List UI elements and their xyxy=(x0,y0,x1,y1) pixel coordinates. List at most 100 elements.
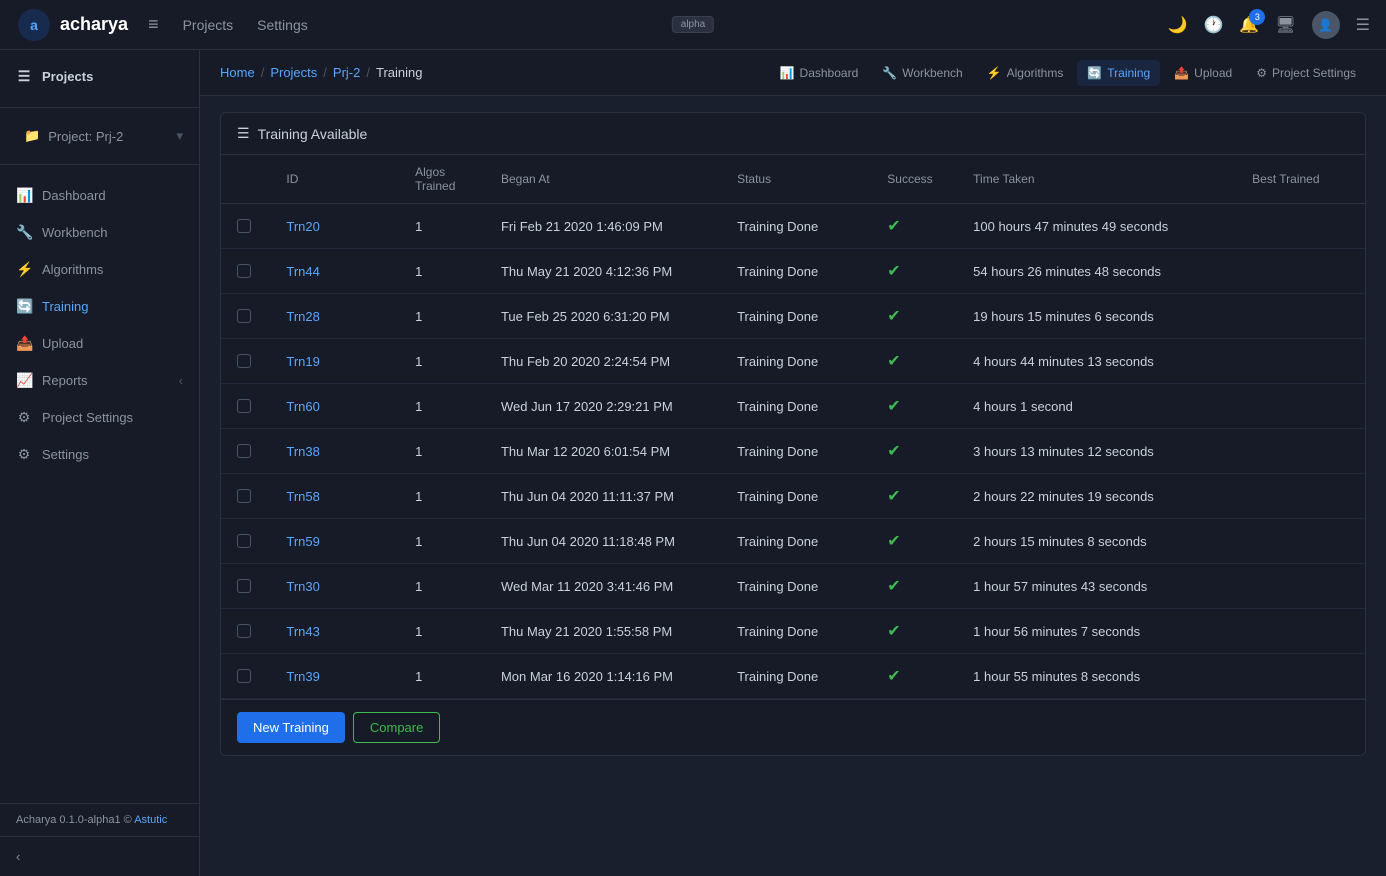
main-content: ☰ Training Available ID Algos Trained Be… xyxy=(200,96,1386,876)
row-best-6 xyxy=(1236,474,1365,519)
sidebar-item-algorithms[interactable]: ⚡ Algorithms xyxy=(0,251,199,288)
breadcrumb-projects[interactable]: Projects xyxy=(270,65,317,80)
row-success-8: ✔ xyxy=(871,564,957,609)
col-id-header[interactable]: ID xyxy=(270,155,399,204)
row-status-3: Training Done xyxy=(721,339,871,384)
row-algos-6: 1 xyxy=(399,474,485,519)
row-check-1[interactable] xyxy=(221,249,270,294)
row-check-7[interactable] xyxy=(221,519,270,564)
row-check-5[interactable] xyxy=(221,429,270,474)
col-best-header[interactable]: Best Trained xyxy=(1236,155,1365,204)
row-status-0: Training Done xyxy=(721,204,871,249)
project-settings-icon: ⚙ xyxy=(16,409,32,426)
row-id-0[interactable]: Trn20 xyxy=(270,204,399,249)
table-row: Trn30 1 Wed Mar 11 2020 3:41:46 PM Train… xyxy=(221,564,1365,609)
row-check-6[interactable] xyxy=(221,474,270,519)
row-id-1[interactable]: Trn44 xyxy=(270,249,399,294)
logo[interactable]: a acharya xyxy=(16,7,128,43)
col-began-header[interactable]: Began At xyxy=(485,155,721,204)
sub-nav-upload[interactable]: 📤 Upload xyxy=(1164,60,1242,86)
row-check-2[interactable] xyxy=(221,294,270,339)
row-check-3[interactable] xyxy=(221,339,270,384)
top-nav: a acharya ≡ Projects Settings alpha 🌙 🕐 … xyxy=(0,0,1386,50)
alpha-badge: alpha xyxy=(672,16,714,33)
hamburger-icon[interactable]: ≡ xyxy=(148,14,159,35)
compare-button[interactable]: Compare xyxy=(353,712,440,743)
row-algos-2: 1 xyxy=(399,294,485,339)
row-time-0: 100 hours 47 minutes 49 seconds xyxy=(957,204,1236,249)
row-id-7[interactable]: Trn59 xyxy=(270,519,399,564)
sidebar-item-project-settings[interactable]: ⚙ Project Settings xyxy=(0,399,199,436)
sidebar-projects-label: Projects xyxy=(42,69,93,84)
sidebar-settings-label: Settings xyxy=(42,447,89,462)
menu-icon[interactable]: ☰ xyxy=(1356,15,1370,35)
panel-title: Training Available xyxy=(258,126,368,142)
sidebar-project-settings-label: Project Settings xyxy=(42,410,133,425)
subnav-algorithms-icon: ⚡ xyxy=(987,66,1002,80)
row-id-5[interactable]: Trn38 xyxy=(270,429,399,474)
nav-settings[interactable]: Settings xyxy=(257,17,308,33)
sub-nav-algorithms[interactable]: ⚡ Algorithms xyxy=(977,60,1074,86)
row-id-8[interactable]: Trn30 xyxy=(270,564,399,609)
col-time-header[interactable]: Time Taken xyxy=(957,155,1236,204)
sub-nav-training[interactable]: 🔄 Training xyxy=(1077,60,1160,86)
sidebar-item-reports[interactable]: 📈 Reports ‹ xyxy=(0,362,199,399)
subnav-algorithms-label: Algorithms xyxy=(1007,66,1064,80)
table-row: Trn39 1 Mon Mar 16 2020 1:14:16 PM Train… xyxy=(221,654,1365,699)
row-status-9: Training Done xyxy=(721,609,871,654)
clock-icon[interactable]: 🕐 xyxy=(1204,15,1224,35)
breadcrumb-project[interactable]: Prj-2 xyxy=(333,65,360,80)
row-check-0[interactable] xyxy=(221,204,270,249)
new-training-button[interactable]: New Training xyxy=(237,712,345,743)
row-check-4[interactable] xyxy=(221,384,270,429)
sidebar-item-dashboard[interactable]: 📊 Dashboard xyxy=(0,177,199,214)
row-algos-9: 1 xyxy=(399,609,485,654)
row-best-7 xyxy=(1236,519,1365,564)
col-status-header[interactable]: Status xyxy=(721,155,871,204)
sidebar-item-settings[interactable]: ⚙ Settings xyxy=(0,436,199,473)
sidebar-algorithms-label: Algorithms xyxy=(42,262,103,277)
row-id-10[interactable]: Trn39 xyxy=(270,654,399,699)
row-id-4[interactable]: Trn60 xyxy=(270,384,399,429)
collapse-icon: ‹ xyxy=(16,849,20,864)
moon-icon[interactable]: 🌙 xyxy=(1168,15,1188,35)
sub-nav-project-settings[interactable]: ⚙ Project Settings xyxy=(1246,60,1366,86)
row-id-2[interactable]: Trn28 xyxy=(270,294,399,339)
row-id-3[interactable]: Trn19 xyxy=(270,339,399,384)
row-check-9[interactable] xyxy=(221,609,270,654)
row-best-4 xyxy=(1236,384,1365,429)
footer-text: Acharya 0.1.0-alpha1 © xyxy=(16,814,134,826)
row-began-8: Wed Mar 11 2020 3:41:46 PM xyxy=(485,564,721,609)
row-id-9[interactable]: Trn43 xyxy=(270,609,399,654)
col-success-header[interactable]: Success xyxy=(871,155,957,204)
sidebar-project-name[interactable]: 📁 Project: Prj-2 ▾ xyxy=(0,120,199,152)
sidebar-item-workbench[interactable]: 🔧 Workbench xyxy=(0,214,199,251)
monitor-icon[interactable]: 🖥 xyxy=(1275,15,1295,35)
collapse-button[interactable]: ‹ xyxy=(0,836,199,876)
table-row: Trn19 1 Thu Feb 20 2020 2:24:54 PM Train… xyxy=(221,339,1365,384)
bell-icon[interactable]: 🔔 3 xyxy=(1239,15,1259,35)
folder-icon: 📁 xyxy=(24,128,40,144)
logo-text: acharya xyxy=(60,14,128,35)
sidebar-projects-header[interactable]: ☰ Projects xyxy=(0,58,199,95)
row-began-10: Mon Mar 16 2020 1:14:16 PM xyxy=(485,654,721,699)
breadcrumb-current: Training xyxy=(376,65,422,80)
sidebar-item-training[interactable]: 🔄 Training xyxy=(0,288,199,325)
footer-link[interactable]: Astutic xyxy=(134,814,167,826)
row-algos-3: 1 xyxy=(399,339,485,384)
row-success-1: ✔ xyxy=(871,249,957,294)
row-check-8[interactable] xyxy=(221,564,270,609)
col-algos-header[interactable]: Algos Trained xyxy=(399,155,485,204)
table-row: Trn58 1 Thu Jun 04 2020 11:11:37 PM Trai… xyxy=(221,474,1365,519)
svg-text:a: a xyxy=(30,17,38,33)
subnav-upload-icon: 📤 xyxy=(1174,66,1189,80)
row-id-6[interactable]: Trn58 xyxy=(270,474,399,519)
breadcrumb-home[interactable]: Home xyxy=(220,65,255,80)
sidebar-item-upload[interactable]: 📤 Upload xyxy=(0,325,199,362)
row-algos-10: 1 xyxy=(399,654,485,699)
nav-projects[interactable]: Projects xyxy=(183,17,234,33)
row-check-10[interactable] xyxy=(221,654,270,699)
sub-nav-dashboard[interactable]: 📊 Dashboard xyxy=(770,60,869,86)
sub-nav-workbench[interactable]: 🔧 Workbench xyxy=(872,60,972,86)
avatar[interactable]: 👤 xyxy=(1312,11,1340,39)
